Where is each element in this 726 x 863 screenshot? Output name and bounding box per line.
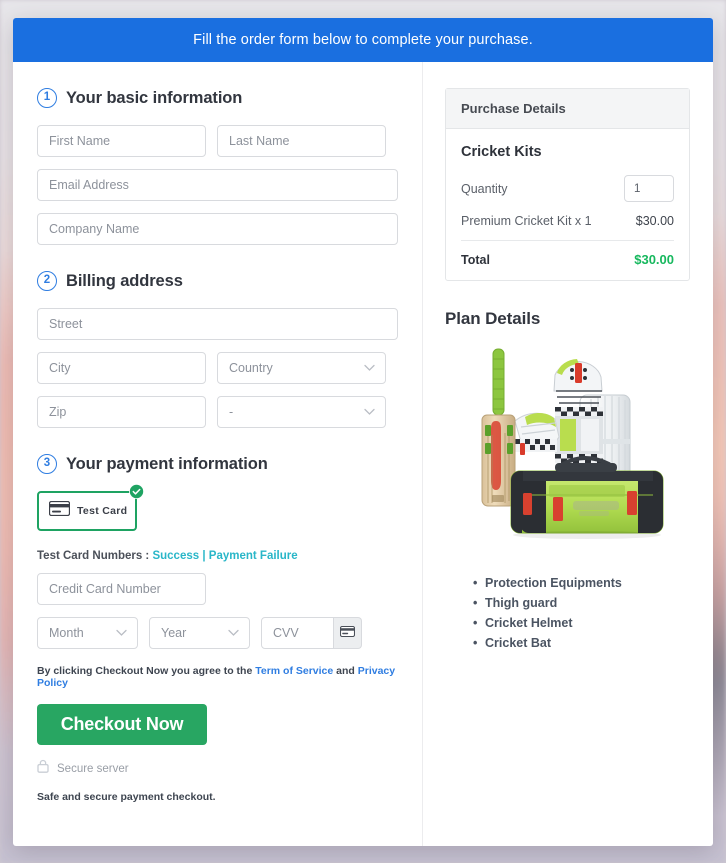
total-label: Total: [461, 252, 490, 267]
plan-details-title: Plan Details: [445, 309, 541, 328]
expiry-cvv-row: Month Year: [37, 617, 398, 649]
credit-card-icon: [48, 500, 71, 521]
cricket-kit-photo-illustration: [481, 348, 663, 539]
card-number-row: [37, 573, 398, 605]
section-billing-address: 2 Billing address: [37, 271, 398, 291]
month-select-wrapper: Month: [37, 617, 138, 649]
step-number-2: 2: [37, 271, 57, 291]
state-select[interactable]: -: [217, 396, 386, 428]
country-select-wrapper: Country: [217, 352, 386, 384]
email-row: [37, 169, 398, 201]
first-name-input[interactable]: [37, 125, 206, 157]
checkout-body: 1 Your basic information 2 Billing addre…: [13, 62, 713, 846]
company-row: [37, 213, 398, 245]
list-item: Thigh guard: [473, 596, 690, 610]
banner-message: Fill the order form below to complete yo…: [193, 32, 533, 48]
instruction-banner: Fill the order form below to complete yo…: [13, 18, 713, 62]
checkout-card: Fill the order form below to complete yo…: [13, 18, 713, 846]
test-card-success-link[interactable]: Success: [152, 550, 199, 562]
purchase-details-card: Purchase Details Cricket Kits Quantity P…: [445, 88, 690, 281]
step-number-1: 1: [37, 88, 57, 108]
plan-name: Cricket Kits: [461, 144, 542, 160]
payment-information-title: Your payment information: [66, 454, 268, 473]
purchase-details-body: Cricket Kits Quantity Premium Cricket Ki…: [446, 129, 689, 280]
test-card-label: Test Card: [77, 505, 128, 517]
company-name-input[interactable]: [37, 213, 398, 245]
terms-of-service-link[interactable]: Term of Service: [255, 665, 333, 677]
total-row: Total $30.00: [461, 252, 674, 267]
test-card-numbers-line: Test Card Numbers : Success | Payment Fa…: [37, 550, 398, 562]
agreement-prefix: By clicking Checkout Now you agree to th…: [37, 665, 253, 677]
credit-card-number-input[interactable]: [37, 573, 206, 605]
plan-features-list: Protection Equipments Thigh guard Cricke…: [445, 576, 690, 650]
cvv-field-group: [261, 617, 362, 649]
street-row: [37, 308, 398, 340]
zip-input[interactable]: [37, 396, 206, 428]
city-country-row: Country: [37, 352, 398, 384]
zip-state-row: -: [37, 396, 398, 428]
state-select-wrapper: -: [217, 396, 386, 428]
list-item: Cricket Helmet: [473, 616, 690, 630]
agreement-conjunction: and: [336, 665, 355, 677]
checkout-now-button[interactable]: Checkout Now: [37, 704, 207, 745]
safe-checkout-note: Safe and secure payment checkout.: [37, 791, 216, 803]
payment-method-tile-wrapper: Test Card: [37, 484, 144, 531]
year-select-wrapper: Year: [149, 617, 250, 649]
secure-server-label: Secure server: [57, 762, 129, 775]
check-circle-icon: [129, 484, 144, 499]
quantity-label: Quantity: [461, 181, 508, 196]
line-item-label: Premium Cricket Kit x 1: [461, 214, 592, 228]
product-image: [445, 343, 690, 558]
order-form-column: 1 Your basic information 2 Billing addre…: [13, 62, 423, 846]
lock-icon: [37, 759, 49, 778]
cvv-help-button[interactable]: [334, 617, 362, 649]
cvv-input[interactable]: [261, 617, 334, 649]
secure-server-row: Secure server: [37, 759, 398, 778]
country-select[interactable]: Country: [217, 352, 386, 384]
expiry-year-select[interactable]: Year: [149, 617, 250, 649]
line-item-row: Premium Cricket Kit x 1 $30.00: [461, 214, 674, 228]
total-value: $30.00: [634, 252, 674, 267]
section-payment-information: 3 Your payment information: [37, 454, 398, 474]
expiry-month-select[interactable]: Month: [37, 617, 138, 649]
email-input[interactable]: [37, 169, 398, 201]
test-card-method-tile[interactable]: Test Card: [37, 491, 137, 531]
quantity-input[interactable]: [624, 175, 674, 202]
billing-address-title: Billing address: [66, 271, 183, 290]
line-item-price: $30.00: [635, 214, 674, 228]
link-separator: |: [202, 550, 206, 562]
last-name-input[interactable]: [217, 125, 386, 157]
test-card-failure-link[interactable]: Payment Failure: [209, 550, 298, 562]
street-input[interactable]: [37, 308, 398, 340]
list-item: Protection Equipments: [473, 576, 690, 590]
step-number-3: 3: [37, 454, 57, 474]
summary-column: Purchase Details Cricket Kits Quantity P…: [423, 62, 712, 846]
section-basic-information: 1 Your basic information: [37, 88, 398, 108]
test-card-numbers-label: Test Card Numbers :: [37, 550, 150, 562]
summary-divider: [461, 240, 674, 241]
name-row: [37, 125, 398, 157]
city-input[interactable]: [37, 352, 206, 384]
list-item: Cricket Bat: [473, 636, 690, 650]
basic-information-title: Your basic information: [66, 88, 243, 107]
agreement-text: By clicking Checkout Now you agree to th…: [37, 665, 398, 689]
purchase-details-header: Purchase Details: [446, 89, 689, 129]
credit-card-icon: [339, 624, 356, 642]
quantity-row: Quantity: [461, 175, 674, 202]
